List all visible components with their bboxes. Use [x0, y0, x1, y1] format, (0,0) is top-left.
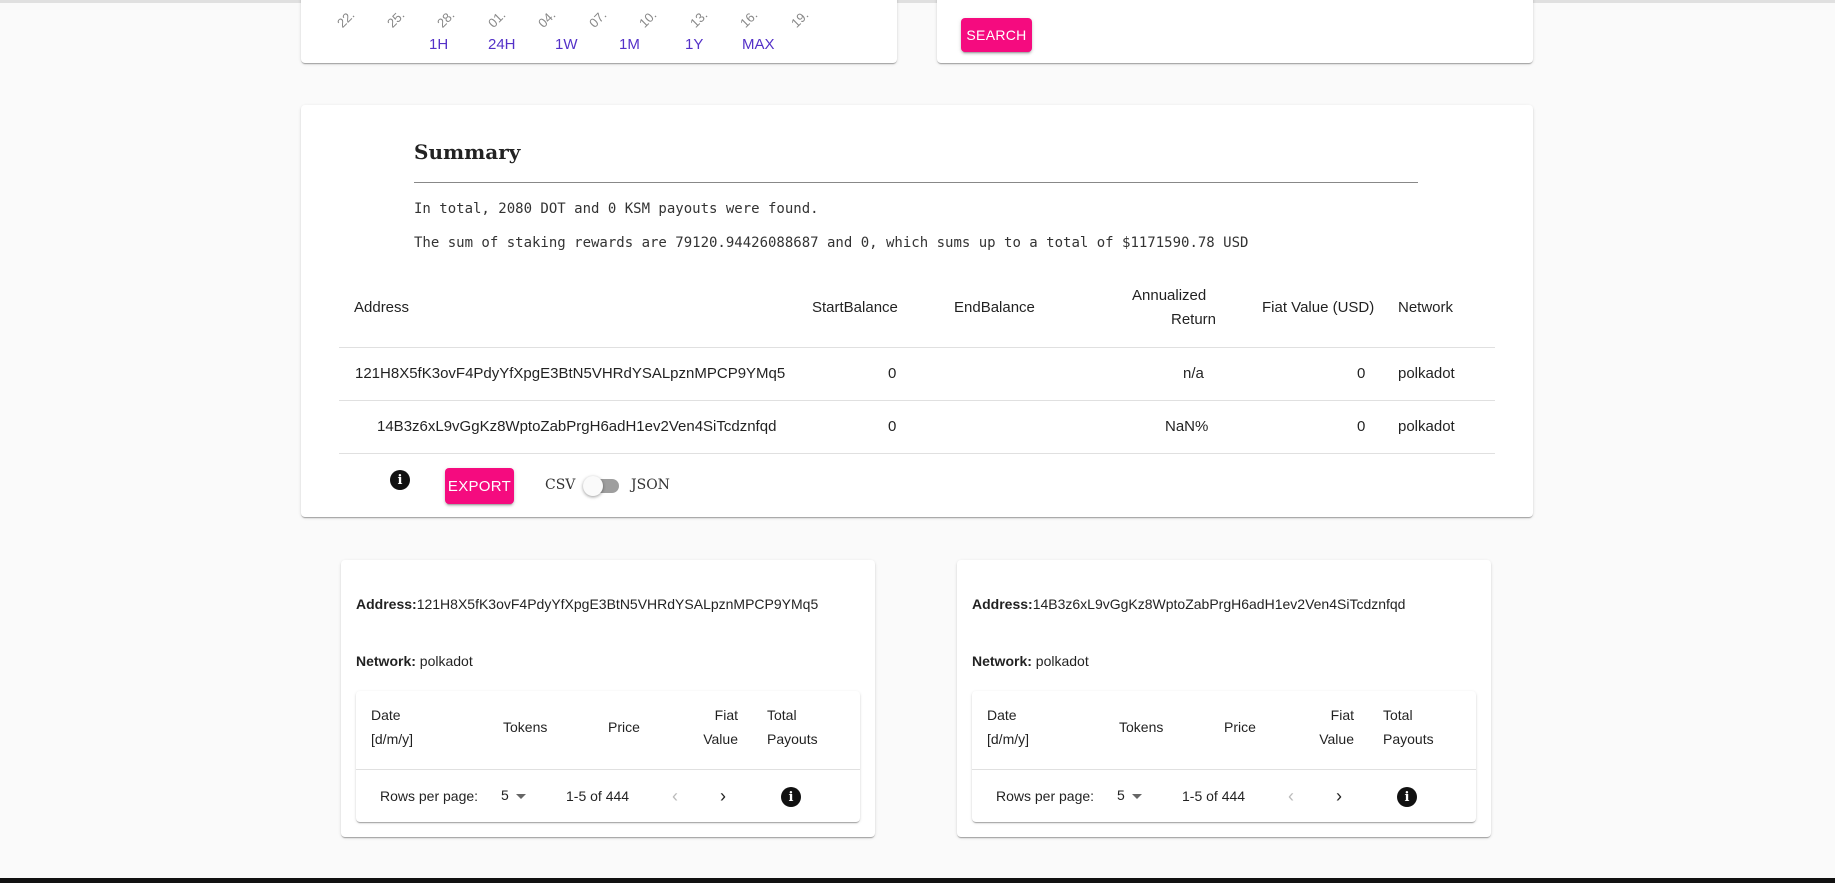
next-page-icon[interactable]: ›	[1336, 786, 1342, 807]
x-tick-label: 01.	[485, 7, 509, 31]
table-divider	[972, 769, 1476, 770]
toggle-json-label: JSON	[631, 477, 670, 493]
payouts-table: Date [d/m/y] Tokens Price Fiat Value Tot…	[356, 691, 860, 822]
info-icon[interactable]: i	[1397, 787, 1417, 807]
caret-down-icon	[1132, 794, 1142, 799]
next-page-icon[interactable]: ›	[720, 786, 726, 807]
toggle-thumb	[583, 476, 603, 496]
header-annualized: Annualized	[1132, 287, 1207, 304]
x-tick-label: 22.	[334, 7, 358, 31]
row-address: 14B3z6xL9vGgKz8WptoZabPrgH6adH1ev2Ven4Si…	[377, 418, 777, 435]
address-value: 121H8X5fK3ovF4PdyYfXpgE3BtN5VHRdYSALpznM…	[416, 596, 819, 612]
search-card: SEARCH	[937, 0, 1533, 63]
table-divider	[339, 400, 1495, 401]
header-price: Price	[1224, 719, 1256, 735]
account-network: Network: polkadot	[972, 653, 1089, 669]
table-divider	[339, 453, 1495, 454]
row-fiat-value: 0	[1357, 418, 1366, 435]
info-icon[interactable]: i	[781, 787, 801, 807]
header-fiat-value: Fiat Value (USD)	[1262, 299, 1375, 316]
range-1m-button[interactable]: 1M	[619, 36, 640, 53]
header-date: Date [d/m/y]	[371, 707, 414, 747]
summary-divider	[414, 182, 1418, 183]
header-network: Network	[1398, 299, 1454, 316]
row-address: 121H8X5fK3ovF4PdyYfXpgE3BtN5VHRdYSALpznM…	[355, 365, 786, 382]
caret-down-icon	[516, 794, 526, 799]
summary-title: Summary	[414, 140, 521, 164]
x-tick-label: 16.	[737, 7, 761, 31]
header-price: Price	[608, 719, 640, 735]
address-value: 14B3z6xL9vGgKz8WptoZabPrgH6adH1ev2Ven4Si…	[1032, 596, 1406, 612]
page-range: 1-5 of 444	[1182, 788, 1246, 804]
x-tick-label: 25.	[384, 7, 408, 31]
bottom-bar	[0, 878, 1835, 883]
header-return: Return	[1171, 311, 1217, 328]
range-24h-button[interactable]: 24H	[488, 36, 516, 53]
page-range: 1-5 of 444	[566, 788, 630, 804]
header-tokens: Tokens	[1119, 719, 1164, 735]
network-value: polkadot	[419, 653, 473, 669]
header-total-payouts: Total Payouts	[767, 707, 818, 747]
rows-per-page-value: 5	[1117, 787, 1125, 803]
header-tokens: Tokens	[503, 719, 548, 735]
account-address: Address:121H8X5fK3ovF4PdyYfXpgE3BtN5VHRd…	[356, 596, 818, 612]
csv-json-toggle[interactable]	[583, 476, 620, 496]
top-divider	[0, 0, 1835, 3]
rows-per-page-value: 5	[501, 787, 509, 803]
header-total-payouts: Total Payouts	[1383, 707, 1434, 747]
rows-per-page-label: Rows per page:	[380, 788, 479, 804]
network-label: Network:	[972, 653, 1032, 669]
toggle-csv-label: CSV	[545, 477, 576, 493]
summary-rewards-text: The sum of staking rewards are 79120.944…	[414, 235, 1249, 251]
address-label: Address:	[972, 596, 1033, 612]
prev-page-icon[interactable]: ‹	[672, 786, 678, 807]
row-start-balance: 0	[888, 418, 897, 435]
rows-per-page-select[interactable]: 5	[1117, 787, 1147, 807]
range-1h-button[interactable]: 1H	[429, 36, 448, 53]
x-tick-label: 19.	[788, 7, 812, 31]
table-divider	[339, 347, 1495, 348]
info-icon[interactable]: i	[390, 470, 410, 490]
address-label: Address:	[356, 596, 417, 612]
account-card: Address:14B3z6xL9vGgKz8WptoZabPrgH6adH1e…	[957, 560, 1491, 837]
export-button[interactable]: EXPORT	[445, 468, 514, 504]
row-annualized: NaN%	[1165, 418, 1209, 435]
header-address: Address	[354, 299, 410, 316]
x-tick-label: 28.	[434, 7, 458, 31]
summary-payouts-text: In total, 2080 DOT and 0 KSM payouts wer…	[414, 201, 819, 217]
prev-page-icon[interactable]: ‹	[1288, 786, 1294, 807]
x-tick-label: 10.	[636, 7, 660, 31]
network-label: Network:	[356, 653, 416, 669]
range-max-button[interactable]: MAX	[742, 36, 775, 53]
payouts-table: Date [d/m/y] Tokens Price Fiat Value Tot…	[972, 691, 1476, 822]
price-chart-card: 22. 25. 28. 01. 04. 07. 10. 13. 16. 19. …	[301, 0, 897, 63]
header-date: Date [d/m/y]	[987, 707, 1030, 747]
header-start-balance: StartBalance	[812, 299, 898, 316]
account-address: Address:14B3z6xL9vGgKz8WptoZabPrgH6adH1e…	[972, 596, 1405, 612]
x-tick-label: 04.	[535, 7, 559, 31]
row-network: polkadot	[1398, 418, 1455, 435]
range-1w-button[interactable]: 1W	[555, 36, 578, 53]
row-annualized: n/a	[1183, 365, 1204, 382]
rows-per-page-label: Rows per page:	[996, 788, 1095, 804]
header-end-balance: EndBalance	[954, 299, 1035, 316]
x-tick-label: 13.	[687, 7, 711, 31]
account-network: Network: polkadot	[356, 653, 473, 669]
network-value: polkadot	[1035, 653, 1089, 669]
account-card: Address:121H8X5fK3ovF4PdyYfXpgE3BtN5VHRd…	[341, 560, 875, 837]
rows-per-page-select[interactable]: 5	[501, 787, 531, 807]
row-network: polkadot	[1398, 365, 1455, 382]
row-start-balance: 0	[888, 365, 897, 382]
search-button[interactable]: SEARCH	[961, 18, 1032, 52]
row-fiat-value: 0	[1357, 365, 1366, 382]
table-divider	[356, 769, 860, 770]
x-tick-label: 07.	[586, 7, 610, 31]
header-fiat-value: Fiat Value	[703, 707, 738, 747]
range-1y-button[interactable]: 1Y	[685, 36, 703, 53]
header-fiat-value: Fiat Value	[1319, 707, 1354, 747]
